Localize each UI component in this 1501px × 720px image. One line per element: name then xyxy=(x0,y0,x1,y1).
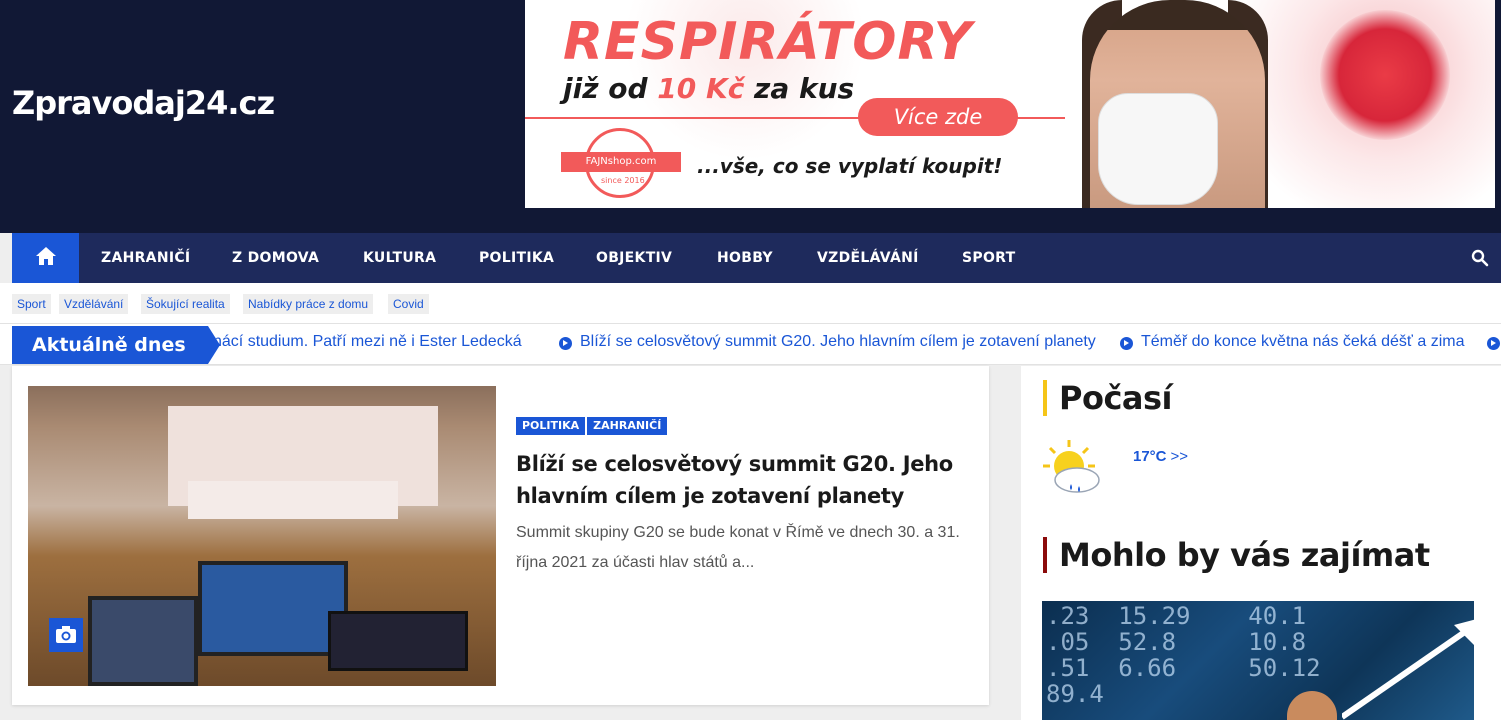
ad-price: 10 Kč xyxy=(657,72,745,105)
fajnshop-logo: FAJNshop.com since 2016 xyxy=(561,128,681,198)
camera-icon xyxy=(56,626,76,643)
sidebar: Počasí 17°C >> Mohlo by vás zajímat .23 1… xyxy=(1021,366,1501,720)
ticker-item[interactable]: nácí studium. Patří mezi ně i Ester Lede… xyxy=(213,333,522,351)
ticker-item[interactable]: Blíží se celosvětový summit G20. Jeho hl… xyxy=(580,333,1096,351)
ticker-item[interactable]: Téměř do konce května nás čeká déšť a zi… xyxy=(1141,333,1465,351)
image-numbers-texture: .23 15.29 40.1.05 52.8 10.8.51 6.66 50.1… xyxy=(1046,602,1321,708)
weather-widget-title: Počasí xyxy=(1043,380,1173,416)
search-icon[interactable] xyxy=(1471,249,1489,267)
nav-item-kultura[interactable]: KULTURA xyxy=(363,233,436,283)
photo-format-button[interactable] xyxy=(49,618,83,652)
image-table xyxy=(188,481,398,519)
nav-item-politika[interactable]: POLITIKA xyxy=(479,233,554,283)
growth-arrow-image xyxy=(1342,619,1474,720)
nav-item-sport[interactable]: SPORT xyxy=(962,233,1015,283)
featured-post: POLITIKA ZAHRANIČÍ Blíží se celosvětový s… xyxy=(12,366,989,705)
category-badge[interactable]: ZAHRANIČÍ xyxy=(587,417,668,435)
related-article-image[interactable]: .23 15.29 40.1.05 52.8 10.8.51 6.66 50.1… xyxy=(1042,601,1474,720)
site-header: Zpravodaj24.cz RESPIRÁTORY již od 10 Kč … xyxy=(0,0,1501,233)
respirator-mask-image xyxy=(1098,93,1218,205)
ad-tagline: ...vše, co se vyplatí koupit! xyxy=(697,154,1003,178)
nav-home-button[interactable] xyxy=(12,233,79,283)
main-nav: ZAHRANIČÍ Z DOMOVA KULTURA POLITIKA OBJE… xyxy=(12,233,1501,283)
tag-sokujici-realita[interactable]: Šokující realita xyxy=(141,294,230,314)
tag-vzdelavani[interactable]: Vzdělávání xyxy=(59,294,129,314)
ad-headline: RESPIRÁTORY xyxy=(563,12,973,72)
ad-sub-suffix: za kus xyxy=(744,72,855,105)
tag-nabidky-prace[interactable]: Nabídky práce z domu xyxy=(243,294,374,314)
chevron-circle-icon xyxy=(1120,337,1133,350)
image-laptop xyxy=(88,596,198,686)
nav-item-vzdelavani[interactable]: VZDĚLÁVÁNÍ xyxy=(817,233,919,283)
weather-more-link[interactable]: >> xyxy=(1171,448,1189,465)
ad-subheadline: již od 10 Kč za kus xyxy=(563,72,854,105)
image-mixer xyxy=(328,611,468,671)
nav-item-hobby[interactable]: HOBBY xyxy=(717,233,773,283)
nav-item-z-domova[interactable]: Z DOMOVA xyxy=(232,233,319,283)
news-ticker: nácí studium. Patří mezi ně i Ester Lede… xyxy=(0,323,1501,365)
tag-sport[interactable]: Sport xyxy=(12,294,51,314)
logo-since: since 2016 xyxy=(601,176,645,185)
related-widget-title: Mohlo by vás zajímat xyxy=(1043,537,1430,573)
nav-item-objektiv[interactable]: OBJEKTIV xyxy=(596,233,672,283)
site-title[interactable]: Zpravodaj24.cz xyxy=(12,84,275,122)
post-image[interactable] xyxy=(28,386,496,686)
tag-covid[interactable]: Covid xyxy=(388,294,429,314)
temperature[interactable]: 17°C >> xyxy=(1133,448,1188,465)
home-icon xyxy=(36,247,56,265)
ad-more-button[interactable]: Více zde xyxy=(858,98,1018,136)
sun-cloud-rain-icon xyxy=(1043,440,1100,493)
chevron-circle-icon xyxy=(559,337,572,350)
virus-image xyxy=(1320,10,1450,140)
temperature-value: 17°C xyxy=(1133,448,1167,465)
post-categories: POLITIKA ZAHRANIČÍ xyxy=(516,416,669,435)
ad-sub-prefix: již od xyxy=(563,72,658,105)
nav-item-zahranici[interactable]: ZAHRANIČÍ xyxy=(101,233,190,283)
image-monitor xyxy=(198,561,348,656)
tag-bar: Sport Vzdělávání Šokující realita Nabídk… xyxy=(0,283,1501,323)
post-title[interactable]: Blíží se celosvětový summit G20. Jeho hl… xyxy=(516,448,956,512)
post-excerpt: Summit skupiny G20 se bude konat v Římě … xyxy=(516,524,960,571)
ad-banner[interactable]: RESPIRÁTORY již od 10 Kč za kus Více zde… xyxy=(525,0,1495,208)
ticker-label: Aktuálně dnes xyxy=(12,326,220,364)
logo-ribbon: FAJNshop.com xyxy=(561,152,681,172)
category-badge[interactable]: POLITIKA xyxy=(516,417,586,435)
chevron-circle-icon xyxy=(1487,337,1500,350)
